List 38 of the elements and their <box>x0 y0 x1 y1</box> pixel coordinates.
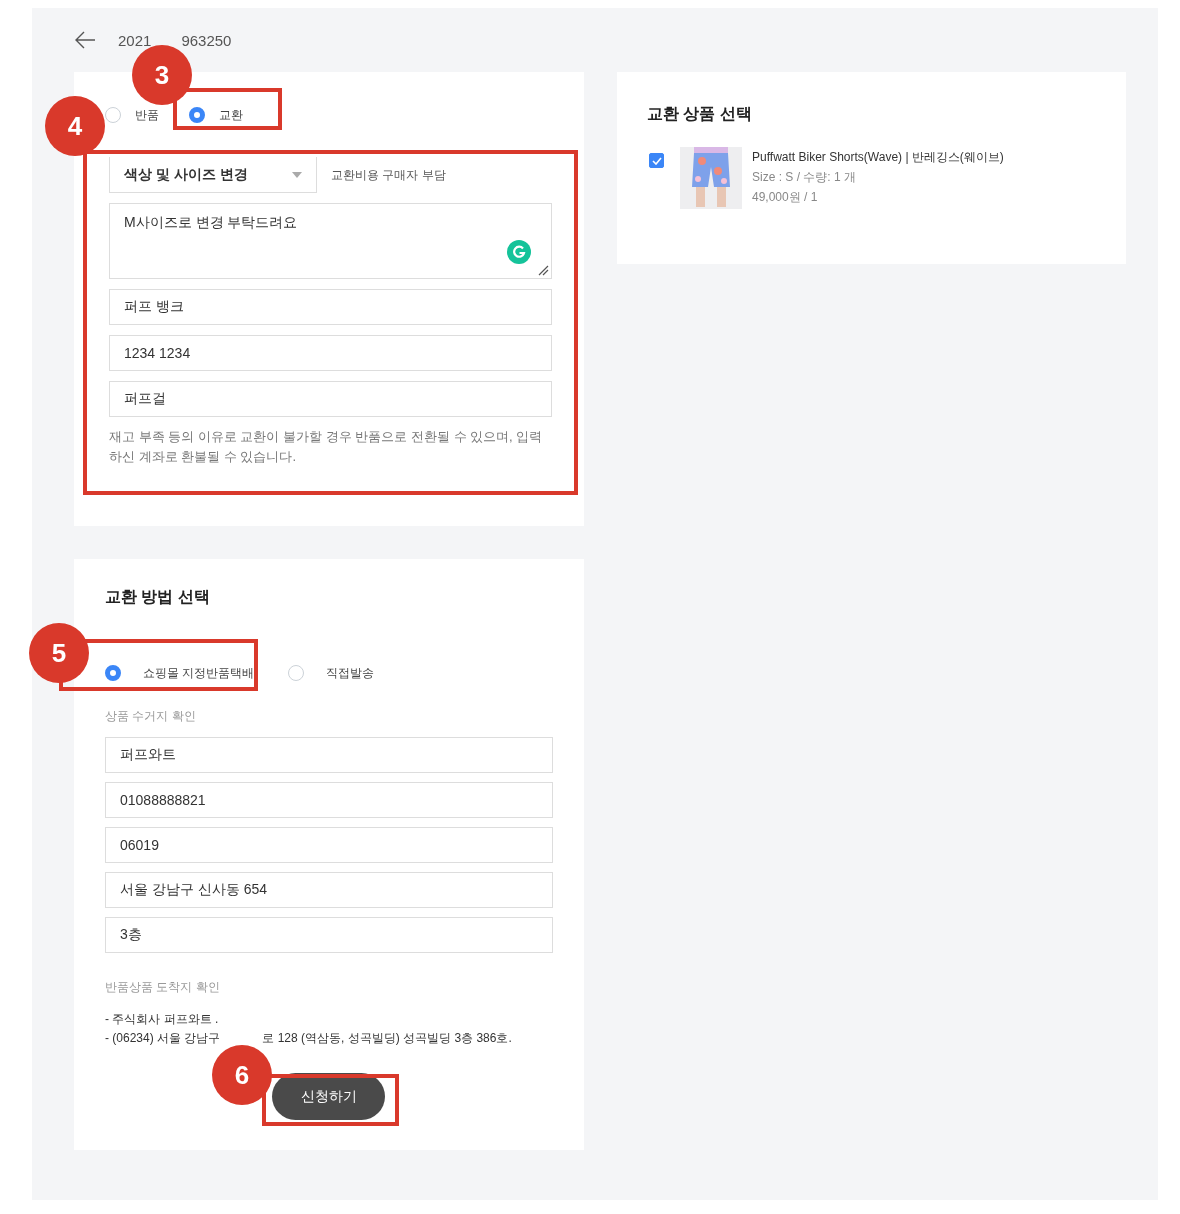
notice-text: 재고 부족 등의 이유로 교환이 불가할 경우 반품으로 전환될 수 있으며, 입력하신 계좌로 환불될 수 있습니다. <box>109 428 544 466</box>
step-marker: 5 <box>29 623 89 683</box>
address-field[interactable]: 퍼프와트 <box>105 737 553 773</box>
step-marker: 4 <box>45 96 105 156</box>
account-field[interactable]: 1234 1234 <box>109 335 552 371</box>
section-label: 상품 수거지 확인 <box>105 708 197 725</box>
back-arrow-icon[interactable] <box>74 31 96 49</box>
fee-note: 교환비용 구매자 부담 <box>331 166 446 184</box>
radio-button[interactable] <box>105 665 121 681</box>
address-text: 로 128 (역삼동, 성곡빌딩) 성곡빌딩 3층 386호. <box>262 1031 512 1045</box>
submit-button[interactable]: 신청하기 <box>272 1073 385 1120</box>
section-label: 반품상품 도착지 확인 <box>105 979 221 996</box>
radio-button[interactable] <box>189 107 205 123</box>
step-marker: 6 <box>212 1045 272 1105</box>
address-text: - (06234) 서울 강남구 <box>105 1031 221 1045</box>
caret-icon <box>292 171 302 178</box>
radio-label[interactable]: 반품 <box>135 106 159 124</box>
address-text: - 주식회사 퍼프와트 . <box>105 1012 219 1026</box>
resize-handle-icon[interactable] <box>537 264 549 276</box>
address-field[interactable]: 서울 강남구 신사동 654 <box>105 872 553 908</box>
product-price: 49,000원 / 1 <box>752 189 819 206</box>
section-title: 교환 상품 선택 <box>647 104 753 124</box>
address-field[interactable]: 06019 <box>105 827 553 863</box>
address-field[interactable]: 01088888821 <box>105 782 553 818</box>
radio-label[interactable]: 쇼핑몰 지정반품택배 <box>143 664 255 682</box>
address-field[interactable]: 3층 <box>105 917 553 953</box>
product-option: Size : S / 수량: 1 개 <box>752 167 1004 187</box>
account-holder-field[interactable]: 퍼프걸 <box>109 381 552 417</box>
step-marker: 3 <box>132 45 192 105</box>
radio-label[interactable]: 교환 <box>219 106 243 124</box>
checkbox[interactable] <box>649 153 664 168</box>
grammar-assistant-icon[interactable] <box>507 240 531 264</box>
section-title: 교환 방법 선택 <box>105 587 211 607</box>
message-field[interactable]: M사이즈로 변경 부탁드려요 <box>109 203 552 279</box>
bank-field[interactable]: 퍼프 뱅크 <box>109 289 552 325</box>
product-name: Puffwatt Biker Shorts(Wave) | 반레깅스(웨이브) <box>752 149 1004 166</box>
radio-label[interactable]: 직접발송 <box>326 664 375 682</box>
reason-dropdown[interactable]: 색상 및 사이즈 변경 <box>109 157 317 193</box>
